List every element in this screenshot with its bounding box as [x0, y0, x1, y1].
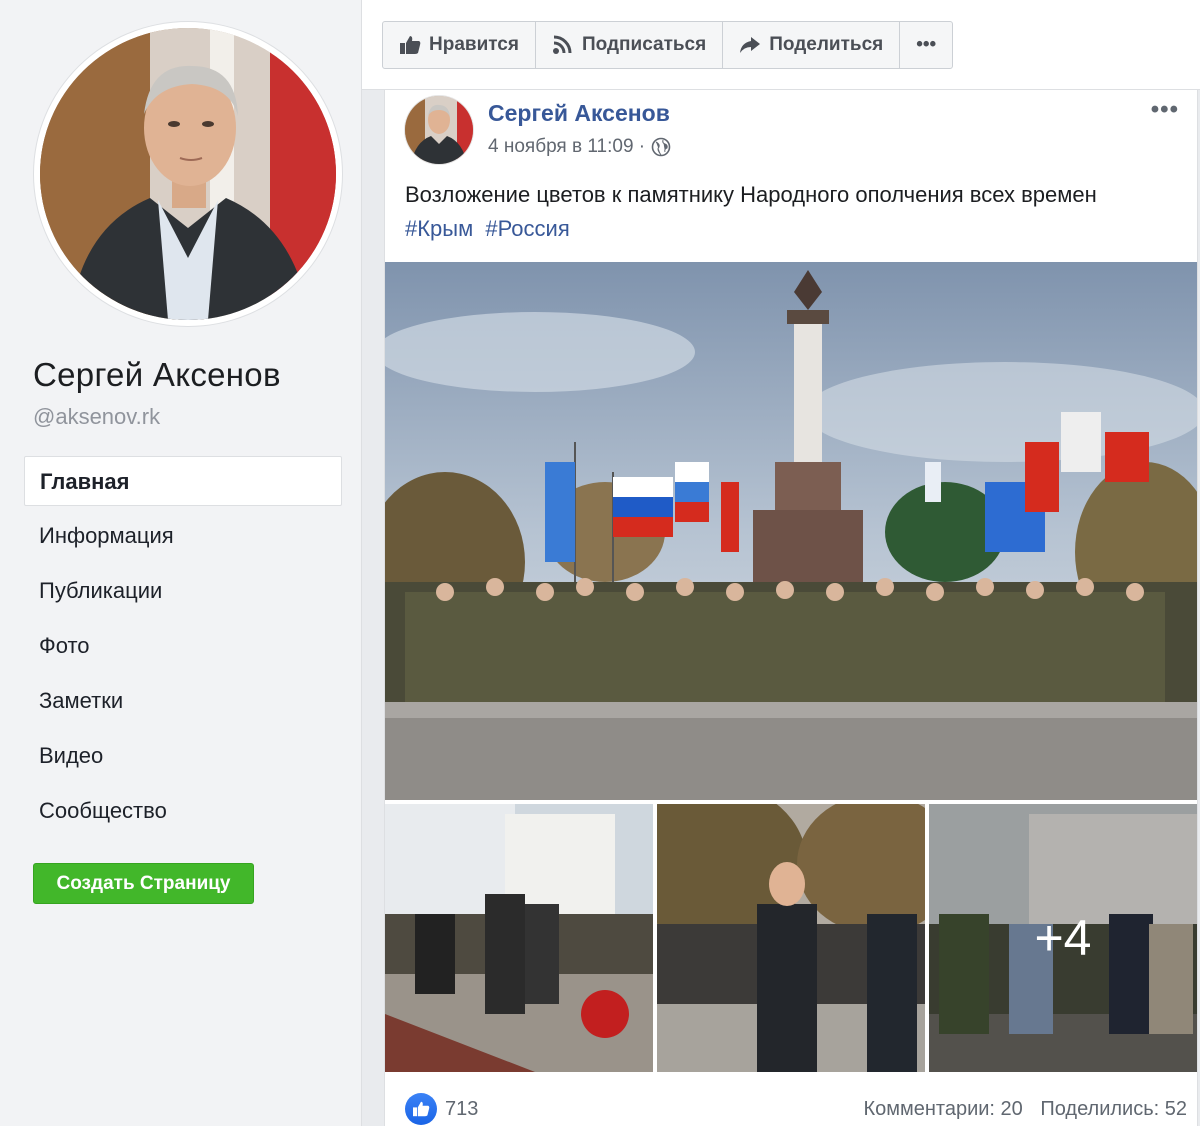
- monument-group-photo: [385, 262, 1197, 800]
- post-card: Сергей Аксенов 4 ноября в 11:09 · ••• Во…: [384, 90, 1198, 1126]
- post-photo-thumbnail-2[interactable]: [657, 804, 925, 1072]
- nav-item-posts[interactable]: Публикации: [24, 566, 342, 616]
- profile-picture-frame[interactable]: [34, 22, 342, 326]
- like-page-button[interactable]: Нравится: [383, 22, 536, 68]
- post-engagement-bar: 713 Комментарии: 20 Поделились: 52: [405, 1092, 1187, 1126]
- profile-name[interactable]: Сергей Аксенов: [33, 356, 281, 394]
- author-avatar-illustration: [405, 96, 473, 164]
- nav-item-community[interactable]: Сообщество: [24, 786, 342, 836]
- profile-handle[interactable]: @aksenov.rk: [33, 404, 160, 430]
- post-timestamp[interactable]: 4 ноября в 11:09 ·: [488, 136, 645, 158]
- nav-item-photos[interactable]: Фото: [24, 621, 342, 671]
- post-text: Возложение цветов к памятнику Народного …: [405, 182, 1097, 207]
- likes-count: 713: [445, 1097, 479, 1120]
- hashtag-russia[interactable]: #Россия: [485, 216, 569, 241]
- wreath-laying-photo: [385, 804, 653, 1072]
- post-photo-thumbnail-1[interactable]: [385, 804, 653, 1072]
- hashtag-crimea[interactable]: #Крым: [405, 216, 473, 241]
- share-page-button[interactable]: Поделиться: [723, 22, 901, 68]
- like-page-label: Нравится: [429, 34, 519, 55]
- memorial-photo: [657, 804, 925, 1072]
- page-action-bar: Нравится Подписаться Поделиться •••: [382, 21, 954, 69]
- globe-icon: [651, 137, 671, 157]
- reactions-summary[interactable]: 713: [405, 1093, 478, 1125]
- post-author-name[interactable]: Сергей Аксенов: [488, 100, 670, 127]
- nav-item-about[interactable]: Информация: [24, 511, 342, 561]
- left-sidebar: Сергей Аксенов @aksenov.rk Главная Инфор…: [0, 0, 362, 1126]
- comments-count[interactable]: Комментарии: 20: [863, 1098, 1022, 1120]
- thumbs-up-icon: [400, 36, 421, 54]
- like-reaction-icon: [405, 1093, 437, 1125]
- profile-picture[interactable]: [40, 28, 336, 320]
- more-photos-overlay[interactable]: +4: [929, 804, 1197, 1072]
- rss-icon: [552, 35, 572, 54]
- post-hashtags: #Крым #Россия: [405, 216, 576, 242]
- nav-item-videos[interactable]: Видео: [24, 731, 342, 781]
- post-author-avatar[interactable]: [405, 96, 473, 164]
- follow-button[interactable]: Подписаться: [536, 22, 724, 68]
- more-actions-button[interactable]: •••: [900, 22, 952, 68]
- post-options-button[interactable]: •••: [1151, 96, 1179, 124]
- share-page-label: Поделиться: [769, 34, 884, 55]
- post-main-photo[interactable]: [385, 262, 1197, 800]
- post-photo-thumbnail-3[interactable]: +4: [929, 804, 1197, 1072]
- create-page-button[interactable]: Создать Страницу: [33, 863, 254, 904]
- follow-label: Подписаться: [581, 34, 707, 55]
- nav-item-home[interactable]: Главная: [24, 456, 342, 506]
- post-meta: 4 ноября в 11:09 ·: [488, 136, 671, 158]
- shares-count[interactable]: Поделились: 52: [1040, 1098, 1187, 1120]
- profile-photo-illustration: [40, 28, 336, 320]
- page-navigation: Главная Информация Публикации Фото Замет…: [24, 456, 342, 841]
- share-arrow-icon: [740, 37, 761, 53]
- post-stats: Комментарии: 20 Поделились: 52: [851, 1098, 1187, 1121]
- nav-item-notes[interactable]: Заметки: [24, 676, 342, 726]
